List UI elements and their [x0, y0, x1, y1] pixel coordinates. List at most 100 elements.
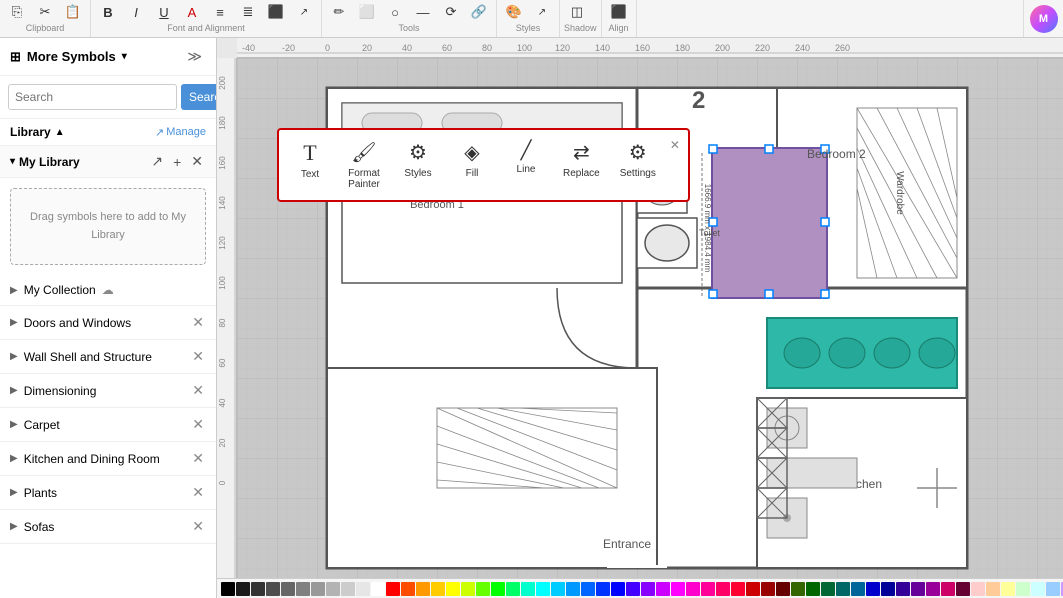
- category-item[interactable]: ▶ Kitchen and Dining Room ✕: [0, 442, 216, 476]
- color-swatch[interactable]: [386, 582, 400, 596]
- color-swatch[interactable]: [971, 582, 985, 596]
- color-swatch[interactable]: [326, 582, 340, 596]
- category-close-btn[interactable]: ✕: [190, 314, 206, 331]
- paste-btn[interactable]: 📋: [60, 1, 86, 23]
- category-close-btn[interactable]: ✕: [190, 484, 206, 501]
- color-swatch[interactable]: [611, 582, 625, 596]
- italic-btn[interactable]: I: [123, 1, 149, 23]
- add-library-btn[interactable]: +: [170, 153, 184, 171]
- color-swatch[interactable]: [416, 582, 430, 596]
- align-left-btn[interactable]: ≡: [207, 1, 233, 23]
- font-color-btn[interactable]: A: [179, 1, 205, 23]
- category-close-btn[interactable]: ✕: [190, 450, 206, 467]
- color-swatch[interactable]: [731, 582, 745, 596]
- color-swatch[interactable]: [1031, 582, 1045, 596]
- color-swatch[interactable]: [566, 582, 580, 596]
- color-swatch[interactable]: [656, 582, 670, 596]
- category-item[interactable]: ▶ Doors and Windows ✕: [0, 306, 216, 340]
- copy-btn[interactable]: ⎘: [4, 1, 30, 23]
- category-item[interactable]: ▶ Dimensioning ✕: [0, 374, 216, 408]
- search-button[interactable]: Search: [181, 84, 217, 110]
- color-swatch[interactable]: [896, 582, 910, 596]
- color-swatch[interactable]: [701, 582, 715, 596]
- color-swatch[interactable]: [476, 582, 490, 596]
- color-swatch[interactable]: [251, 582, 265, 596]
- color-swatch[interactable]: [236, 582, 250, 596]
- color-swatch[interactable]: [401, 582, 415, 596]
- color-swatch[interactable]: [431, 582, 445, 596]
- color-swatch[interactable]: [761, 582, 775, 596]
- color-swatch[interactable]: [956, 582, 970, 596]
- color-swatch[interactable]: [806, 582, 820, 596]
- color-swatch[interactable]: [221, 582, 235, 596]
- category-item[interactable]: ▶ Wall Shell and Structure ✕: [0, 340, 216, 374]
- category-item[interactable]: ▶ Plants ✕: [0, 476, 216, 510]
- cut-btn[interactable]: ✂: [32, 1, 58, 23]
- category-close-btn[interactable]: ✕: [190, 518, 206, 535]
- styles-btn[interactable]: 🎨: [501, 1, 527, 23]
- color-swatch[interactable]: [521, 582, 535, 596]
- color-swatch[interactable]: [686, 582, 700, 596]
- color-swatch[interactable]: [461, 582, 475, 596]
- color-swatch[interactable]: [911, 582, 925, 596]
- collapse-sidebar-btn[interactable]: ≫: [183, 46, 206, 67]
- color-swatch[interactable]: [1016, 582, 1030, 596]
- fill-tool-btn[interactable]: ◈ Fill: [447, 136, 497, 194]
- color-swatch[interactable]: [296, 582, 310, 596]
- color-swatch[interactable]: [881, 582, 895, 596]
- color-swatch[interactable]: [1046, 582, 1060, 596]
- underline-btn[interactable]: U: [151, 1, 177, 23]
- color-swatch[interactable]: [851, 582, 865, 596]
- color-swatch[interactable]: [551, 582, 565, 596]
- pencil-btn[interactable]: ✏: [326, 1, 352, 23]
- color-swatch[interactable]: [671, 582, 685, 596]
- category-item[interactable]: ▶ Carpet ✕: [0, 408, 216, 442]
- align-center-btn[interactable]: ≣: [235, 1, 261, 23]
- color-swatch[interactable]: [506, 582, 520, 596]
- category-item[interactable]: ▶ Sofas ✕: [0, 510, 216, 544]
- styles-expand-btn[interactable]: ↗: [529, 1, 555, 23]
- color-swatch[interactable]: [446, 582, 460, 596]
- color-swatch[interactable]: [311, 582, 325, 596]
- category-item[interactable]: ▶ My Collection ☁: [0, 275, 216, 306]
- bold-btn[interactable]: B: [95, 1, 121, 23]
- ellipse-btn[interactable]: ○: [382, 1, 408, 23]
- connector-btn[interactable]: 🔗: [466, 1, 492, 23]
- color-swatch[interactable]: [821, 582, 835, 596]
- settings-tool-btn[interactable]: ⚙ Settings: [612, 136, 664, 194]
- color-swatch[interactable]: [746, 582, 760, 596]
- category-close-btn[interactable]: ✕: [190, 416, 206, 433]
- color-swatch[interactable]: [266, 582, 280, 596]
- color-swatch[interactable]: [1001, 582, 1015, 596]
- rect-btn[interactable]: ⬜: [354, 1, 380, 23]
- color-swatch[interactable]: [356, 582, 370, 596]
- format-painter-btn[interactable]: 🖌 FormatPainter: [339, 136, 389, 194]
- color-swatch[interactable]: [986, 582, 1000, 596]
- font-more-btn[interactable]: ⬛: [263, 1, 289, 23]
- color-swatch[interactable]: [371, 582, 385, 596]
- export-library-btn[interactable]: ↗: [148, 152, 166, 171]
- color-swatch[interactable]: [536, 582, 550, 596]
- close-floating-toolbar-btn[interactable]: ✕: [668, 136, 682, 154]
- color-swatch[interactable]: [791, 582, 805, 596]
- styles-tool-btn[interactable]: ⚙ Styles: [393, 136, 443, 194]
- close-library-btn[interactable]: ✕: [188, 152, 206, 171]
- color-swatch[interactable]: [596, 582, 610, 596]
- category-close-btn[interactable]: ✕: [190, 348, 206, 365]
- line-btn[interactable]: —: [410, 1, 436, 23]
- font-expand-btn[interactable]: ↗: [291, 1, 317, 23]
- search-input[interactable]: [8, 84, 177, 110]
- category-close-btn[interactable]: ✕: [190, 382, 206, 399]
- color-swatch[interactable]: [626, 582, 640, 596]
- text-tool-btn[interactable]: T Text: [285, 136, 335, 194]
- color-swatch[interactable]: [941, 582, 955, 596]
- color-swatch[interactable]: [341, 582, 355, 596]
- color-swatch[interactable]: [281, 582, 295, 596]
- line-tool-btn[interactable]: ╱ Line: [501, 136, 551, 194]
- align-btn[interactable]: ⬛: [606, 1, 632, 23]
- replace-tool-btn[interactable]: ⇄ Replace: [555, 136, 608, 194]
- color-swatch[interactable]: [716, 582, 730, 596]
- manage-link[interactable]: ↗ Manage: [155, 126, 206, 139]
- color-swatch[interactable]: [641, 582, 655, 596]
- shadow-btn[interactable]: ◫: [564, 1, 590, 23]
